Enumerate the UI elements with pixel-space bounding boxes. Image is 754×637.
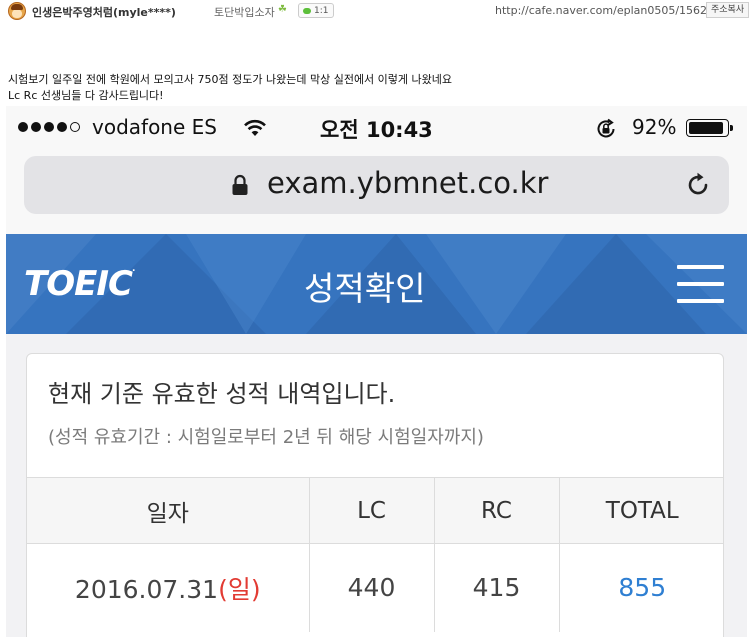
score-date-cell: 2016.07.31(일) <box>27 543 310 632</box>
signal-dot <box>57 122 67 132</box>
chat-label: 1:1 <box>314 5 329 16</box>
author-avatar[interactable] <box>8 2 26 20</box>
signal-dot <box>70 122 80 132</box>
table-row: 2016.07.31(일) 440 415 855 <box>27 543 723 632</box>
signal-strength-icon <box>18 122 80 132</box>
score-weekday: (일) <box>218 574 261 604</box>
chat-button[interactable]: 1:1 <box>298 3 335 18</box>
score-table-header-row: 일자 LC RC TOTAL <box>27 477 723 544</box>
page-content: 현재 기준 유효한 성적 내역입니다. (성적 유효기간 : 시험일로부터 2년… <box>6 334 747 637</box>
column-header-date: 일자 <box>27 477 310 544</box>
status-time: 오전 10:43 <box>320 118 433 142</box>
hamburger-menu-icon[interactable] <box>677 265 724 303</box>
cafe-post-header: 인생은박주영처럼(myle****) 토단박입소자 ☘ 1:1 http://c… <box>0 0 754 22</box>
battery-percentage: 92% <box>632 115 677 139</box>
wifi-icon <box>244 119 266 136</box>
signal-dot <box>44 122 54 132</box>
copy-url-button[interactable]: 주소복사 <box>706 2 750 18</box>
ios-status-bar: vodafone ES 오전 10:43 92% <box>6 106 747 150</box>
validity-note: (성적 유효기간 : 시험일로부터 2년 뒤 해당 시험일자까지) <box>48 427 484 448</box>
toeic-logo-text: TOEIC <box>24 264 133 304</box>
score-date: 2016.07.31 <box>74 574 219 604</box>
column-header-rc: RC <box>434 477 560 544</box>
browser-address-area: exam.ybmnet.co.kr <box>6 150 747 234</box>
post-body: 시험보기 일주일 전에 학원에서 모의고사 750점 정도가 나왔는데 막상 실… <box>8 72 452 104</box>
toeic-site-header: TOEIC. 성적확인 <box>6 234 747 334</box>
battery-icon <box>686 119 734 137</box>
reload-icon[interactable] <box>684 171 712 199</box>
padlock-icon <box>232 174 248 195</box>
score-table: 일자 LC RC TOTAL 2016.07.31(일) 440 415 855 <box>27 477 723 632</box>
page-title: 성적확인 <box>304 269 426 308</box>
toeic-logo[interactable]: TOEIC. <box>24 264 136 304</box>
post-line-1: 시험보기 일주일 전에 학원에서 모의고사 750점 정도가 나왔는데 막상 실… <box>8 73 453 86</box>
score-lc: 440 <box>309 543 435 632</box>
phone-screenshot: vodafone ES 오전 10:43 92% exam.ybmnet.co.… <box>6 106 747 637</box>
column-header-total: TOTAL <box>559 477 723 544</box>
signal-dot <box>31 122 41 132</box>
carrier-name: vodafone ES <box>92 115 217 139</box>
post-line-2: Lc Rc 선생님들 다 감사드립니다! <box>8 89 164 102</box>
chat-bubble-icon <box>303 7 311 14</box>
address-url[interactable]: exam.ybmnet.co.kr <box>267 166 548 200</box>
member-level: 토단박입소자 <box>214 6 275 19</box>
score-card: 현재 기준 유효한 성적 내역입니다. (성적 유효기간 : 시험일로부터 2년… <box>26 353 724 637</box>
column-header-lc: LC <box>309 477 435 544</box>
signal-dot <box>18 122 28 132</box>
post-url[interactable]: http://cafe.naver.com/eplan0505/1562 <box>495 4 707 17</box>
rotation-lock-icon <box>597 118 615 138</box>
toeic-logo-mark: . <box>131 264 136 274</box>
author-name[interactable]: 인생은박주영처럼(myle****) <box>32 4 176 20</box>
score-rc: 415 <box>434 543 560 632</box>
battery-level-fill <box>689 122 724 134</box>
level-sprout-icon: ☘ <box>278 4 287 15</box>
address-bar[interactable]: exam.ybmnet.co.kr <box>24 156 729 214</box>
score-heading: 현재 기준 유효한 성적 내역입니다. <box>48 380 396 408</box>
score-total[interactable]: 855 <box>559 544 723 632</box>
